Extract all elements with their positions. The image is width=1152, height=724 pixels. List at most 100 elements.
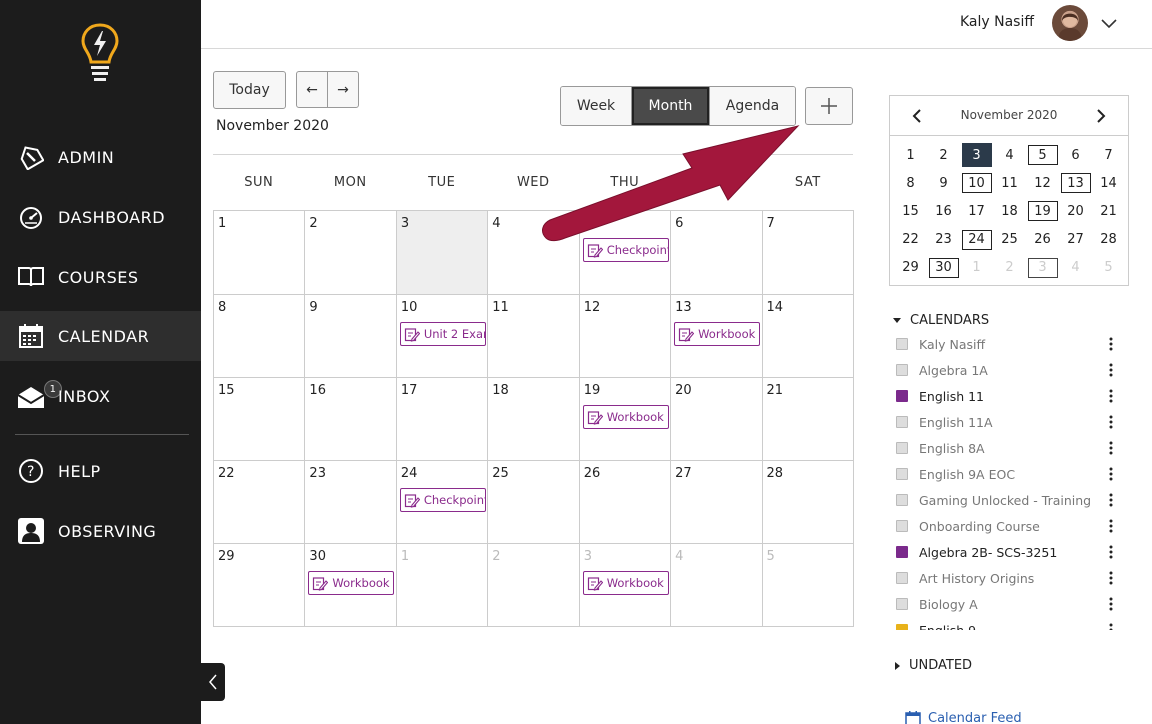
- mini-day[interactable]: 13: [1059, 169, 1092, 197]
- calendar-list-item[interactable]: English 9A EOC: [889, 461, 1129, 487]
- mini-day[interactable]: 15: [894, 197, 927, 225]
- calendar-list-item[interactable]: Kaly Nasiff: [889, 331, 1129, 357]
- calendar-checkbox[interactable]: [896, 338, 908, 350]
- day-cell[interactable]: 30 Workbook: [305, 544, 397, 627]
- day-cell[interactable]: 24 Checkpoint: [396, 461, 489, 544]
- mini-day[interactable]: 3: [960, 141, 993, 169]
- mini-day[interactable]: 2: [993, 254, 1026, 282]
- mini-day[interactable]: 14: [1092, 169, 1125, 197]
- undated-section-toggle[interactable]: UNDATED: [893, 658, 972, 673]
- calendar-list-item[interactable]: Art History Origins: [889, 565, 1129, 591]
- kebab-menu-icon[interactable]: [1109, 441, 1113, 455]
- day-cell[interactable]: 5: [762, 544, 854, 627]
- mini-day[interactable]: 29: [894, 254, 927, 282]
- day-cell[interactable]: 15: [214, 378, 306, 461]
- calendar-checkbox[interactable]: [896, 546, 908, 558]
- kebab-menu-icon[interactable]: [1109, 571, 1113, 585]
- mini-day[interactable]: 7: [1092, 141, 1125, 169]
- sidebar-item-help[interactable]: ? HELP: [0, 446, 201, 496]
- prev-month-button[interactable]: ←: [296, 71, 328, 108]
- day-cell[interactable]: 27: [671, 461, 763, 544]
- day-cell[interactable]: 28: [762, 461, 854, 544]
- mini-day[interactable]: 1: [960, 254, 993, 282]
- sidebar-item-observing[interactable]: OBSERVING: [0, 506, 201, 556]
- calendar-list-item[interactable]: Onboarding Course: [889, 513, 1129, 539]
- calendar-checkbox[interactable]: [896, 468, 908, 480]
- day-cell[interactable]: 13 Workbook: [671, 295, 763, 378]
- kebab-menu-icon[interactable]: [1109, 467, 1113, 481]
- kebab-menu-icon[interactable]: [1109, 519, 1113, 533]
- day-cell[interactable]: 8: [214, 295, 306, 378]
- calendar-list-item[interactable]: English 8A: [889, 435, 1129, 461]
- calendar-event[interactable]: Workbook: [674, 322, 761, 346]
- calendar-event[interactable]: Workbook: [582, 571, 669, 595]
- kebab-menu-icon[interactable]: [1109, 493, 1113, 507]
- day-cell[interactable]: 7: [762, 211, 854, 295]
- next-month-button[interactable]: →: [327, 71, 359, 108]
- calendars-section-toggle[interactable]: CALENDARS: [893, 313, 989, 328]
- sidebar-item-admin[interactable]: ADMIN: [0, 132, 201, 182]
- mini-day[interactable]: 4: [1059, 254, 1092, 282]
- mini-day[interactable]: 11: [993, 169, 1026, 197]
- mini-day[interactable]: 4: [993, 141, 1026, 169]
- day-cell[interactable]: 22: [214, 461, 306, 544]
- calendar-event[interactable]: Unit 2 Exam: [399, 322, 486, 346]
- day-cell[interactable]: 10 Unit 2 Exam: [396, 295, 489, 378]
- kebab-menu-icon[interactable]: [1109, 545, 1113, 559]
- mini-day[interactable]: 28: [1092, 226, 1125, 254]
- mini-day[interactable]: 30: [927, 254, 960, 282]
- day-cell[interactable]: 25: [488, 461, 580, 544]
- mini-day[interactable]: 1: [894, 141, 927, 169]
- mini-next-chevron-icon[interactable]: [1092, 108, 1108, 124]
- calendar-list-item[interactable]: Algebra 1A: [889, 357, 1129, 383]
- mini-day[interactable]: 17: [960, 197, 993, 225]
- day-cell[interactable]: 20: [671, 378, 763, 461]
- mini-day[interactable]: 26: [1026, 226, 1059, 254]
- calendar-list-item[interactable]: English 11: [889, 383, 1129, 409]
- calendar-event[interactable]: Workbook: [582, 405, 669, 429]
- sidebar-item-calendar[interactable]: CALENDAR: [0, 311, 201, 361]
- mini-day[interactable]: 6: [1059, 141, 1092, 169]
- day-cell[interactable]: 3 Workbook: [579, 544, 672, 627]
- calendar-list-item[interactable]: Gaming Unlocked - Training: [889, 487, 1129, 513]
- kebab-menu-icon[interactable]: [1109, 389, 1113, 403]
- day-cell[interactable]: 16: [305, 378, 397, 461]
- mini-day[interactable]: 19: [1026, 197, 1059, 225]
- calendar-list-item[interactable]: English 9: [889, 617, 1129, 630]
- add-event-button[interactable]: [805, 87, 853, 125]
- calendar-list-item[interactable]: English 11A: [889, 409, 1129, 435]
- day-cell[interactable]: 5 Checkpoint: [579, 211, 672, 295]
- day-cell[interactable]: 14: [762, 295, 854, 378]
- calendar-checkbox[interactable]: [896, 364, 908, 376]
- calendar-feed-link[interactable]: Calendar Feed: [905, 710, 1022, 724]
- kebab-menu-icon[interactable]: [1109, 415, 1113, 429]
- calendar-event[interactable]: Checkpoint: [582, 238, 669, 262]
- mini-day[interactable]: 12: [1026, 169, 1059, 197]
- calendar-checkbox[interactable]: [896, 624, 908, 630]
- mini-day[interactable]: 27: [1059, 226, 1092, 254]
- sidebar-item-inbox[interactable]: 1 INBOX: [0, 371, 201, 421]
- day-cell[interactable]: 21: [762, 378, 854, 461]
- calendar-checkbox[interactable]: [896, 494, 908, 506]
- day-cell[interactable]: 9: [305, 295, 397, 378]
- day-cell[interactable]: 23: [305, 461, 397, 544]
- today-button[interactable]: Today: [213, 71, 286, 109]
- mini-day[interactable]: 10: [960, 169, 993, 197]
- calendar-checkbox[interactable]: [896, 520, 908, 532]
- kebab-menu-icon[interactable]: [1109, 623, 1113, 630]
- day-cell[interactable]: 6: [671, 211, 763, 295]
- mini-day[interactable]: 3: [1026, 254, 1059, 282]
- calendar-checkbox[interactable]: [896, 416, 908, 428]
- kebab-menu-icon[interactable]: [1109, 337, 1113, 351]
- mini-day[interactable]: 16: [927, 197, 960, 225]
- kebab-menu-icon[interactable]: [1109, 597, 1113, 611]
- day-cell[interactable]: 19 Workbook: [579, 378, 672, 461]
- calendar-list-item[interactable]: Biology A: [889, 591, 1129, 617]
- calendar-checkbox[interactable]: [896, 442, 908, 454]
- collapse-sidebar-button[interactable]: [201, 663, 225, 701]
- day-cell[interactable]: 18: [488, 378, 580, 461]
- avatar[interactable]: [1052, 5, 1088, 41]
- month-view-button[interactable]: Month: [632, 87, 710, 125]
- mini-day[interactable]: 24: [960, 226, 993, 254]
- day-cell[interactable]: 3: [396, 211, 489, 295]
